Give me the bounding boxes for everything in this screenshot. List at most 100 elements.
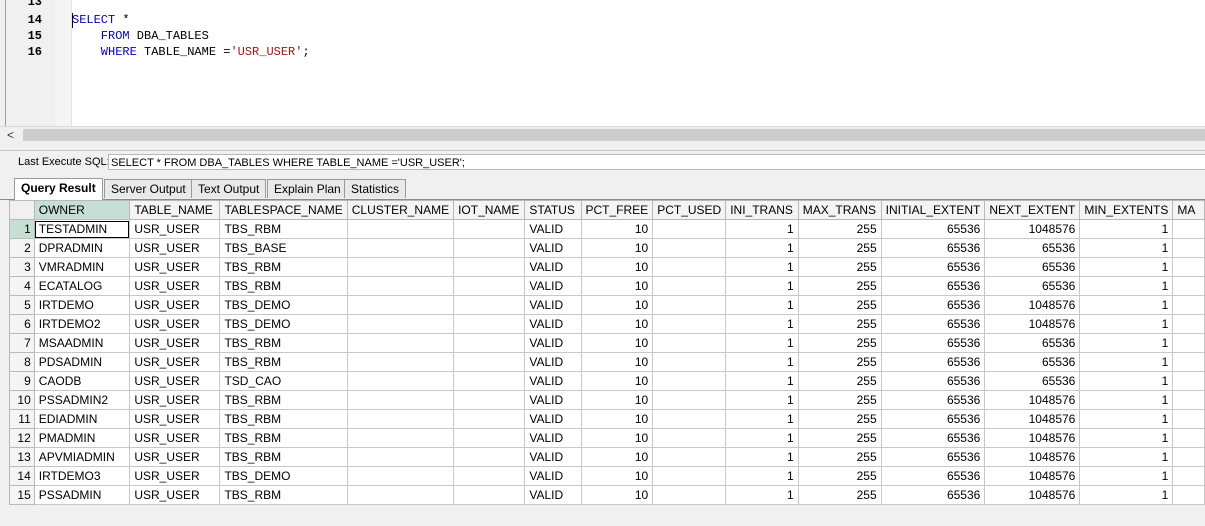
grid-cell[interactable]: 1 [725, 409, 799, 429]
tab-explain-plan[interactable]: Explain Plan [267, 179, 348, 198]
grid-cell[interactable] [652, 447, 727, 467]
table-row[interactable]: 4 ECATALOG USR_USER TBS_RBM VALID 10 1 255 65536… [9, 276, 1205, 296]
grid-cell[interactable]: VALID [524, 428, 582, 448]
grid-cell[interactable]: USR_USER [129, 295, 221, 315]
grid-cell[interactable]: MSAADMIN [33, 333, 131, 353]
grid-cell[interactable]: 1048576 [984, 485, 1081, 505]
grid-cell[interactable]: 10 [580, 257, 654, 277]
grid-cell[interactable]: DPRADMIN [33, 238, 131, 258]
grid-cell[interactable]: VALID [524, 238, 582, 258]
grid-cell[interactable]: 1 [1079, 257, 1174, 277]
table-row[interactable]: 11 EDIADMIN USR_USER TBS_RBM VALID 10 1 255 6553… [9, 409, 1205, 429]
grid-cell[interactable]: 1 [725, 238, 799, 258]
grid-cell[interactable] [346, 371, 455, 391]
grid-cell[interactable]: 10 [580, 466, 654, 486]
table-row[interactable]: 12 PMADMIN USR_USER TBS_RBM VALID 10 1 255 65536… [9, 428, 1205, 448]
grid-cell[interactable] [652, 428, 727, 448]
grid-cell[interactable] [453, 428, 526, 448]
column-header[interactable]: MAX_TRANS [797, 200, 882, 220]
grid-cell[interactable]: 65536 [880, 390, 986, 410]
grid-cell[interactable]: 255 [797, 428, 882, 448]
grid-cell[interactable]: 1048576 [984, 428, 1081, 448]
grid-cell[interactable]: 10 [580, 295, 654, 315]
grid-cell[interactable]: 255 [797, 333, 882, 353]
grid-cell[interactable]: 1 [725, 371, 799, 391]
grid-cell[interactable]: TBS_RBM [219, 447, 348, 467]
row-number[interactable]: 10 [9, 390, 35, 410]
grid-cell[interactable]: 1 [725, 485, 799, 505]
grid-cell[interactable]: TBS_RBM [219, 409, 348, 429]
grid-cell[interactable] [652, 333, 727, 353]
result-grid[interactable]: OWNER TABLE_NAME TABLESPACE_NAME CLUSTER_NA… [9, 200, 1205, 505]
column-header[interactable]: CLUSTER_NAME [346, 200, 455, 220]
row-number[interactable]: 12 [9, 428, 35, 448]
column-header[interactable]: NEXT_EXTENT [984, 200, 1081, 220]
grid-cell[interactable]: USR_USER [129, 371, 221, 391]
grid-cell[interactable]: 10 [580, 314, 654, 334]
grid-cell[interactable]: 255 [797, 257, 882, 277]
grid-cell[interactable]: 1 [725, 390, 799, 410]
grid-cell[interactable]: 10 [580, 276, 654, 296]
grid-cell[interactable]: 10 [580, 485, 654, 505]
grid-cell[interactable]: USR_USER [129, 257, 221, 277]
column-header[interactable]: MA [1172, 200, 1205, 220]
grid-cell[interactable]: 10 [580, 238, 654, 258]
grid-cell[interactable]: 1 [725, 466, 799, 486]
grid-cell[interactable]: USR_USER [129, 409, 221, 429]
grid-cell[interactable]: IRTDEMO3 [33, 466, 131, 486]
grid-cell[interactable]: 1 [725, 333, 799, 353]
grid-cell[interactable]: 65536 [984, 352, 1081, 372]
grid-cell[interactable]: VALID [524, 257, 582, 277]
column-header[interactable]: OWNER [33, 200, 131, 220]
grid-cell[interactable]: TBS_RBM [219, 485, 348, 505]
grid-cell[interactable]: 255 [797, 371, 882, 391]
grid-cell[interactable]: 1 [725, 219, 799, 239]
grid-cell[interactable]: 65536 [880, 466, 986, 486]
column-header[interactable]: TABLESPACE_NAME [219, 200, 348, 220]
grid-cell[interactable] [453, 371, 526, 391]
grid-cell[interactable]: 65536 [880, 485, 986, 505]
row-number[interactable]: 9 [9, 371, 35, 391]
grid-cell[interactable]: 1 [725, 447, 799, 467]
grid-cell[interactable]: 1048576 [984, 295, 1081, 315]
grid-cell[interactable] [453, 314, 526, 334]
grid-cell[interactable]: TBS_RBM [219, 276, 348, 296]
grid-cell[interactable]: TBS_DEMO [219, 314, 348, 334]
grid-cell[interactable]: TBS_RBM [219, 257, 348, 277]
grid-cell[interactable] [346, 447, 455, 467]
grid-cell[interactable]: 10 [580, 219, 654, 239]
row-number[interactable]: 7 [9, 333, 35, 353]
grid-cell[interactable]: 255 [797, 219, 882, 239]
grid-cell[interactable]: PDSADMIN [33, 352, 131, 372]
grid-cell[interactable]: USR_USER [129, 238, 221, 258]
grid-cell[interactable] [652, 485, 727, 505]
grid-cell[interactable]: 65536 [880, 295, 986, 315]
row-number[interactable]: 5 [9, 295, 35, 315]
grid-cell[interactable] [453, 447, 526, 467]
grid-cell[interactable]: 65536 [984, 238, 1081, 258]
grid-cell[interactable] [346, 276, 455, 296]
grid-cell[interactable]: 255 [797, 485, 882, 505]
grid-cell[interactable]: TSD_CAO [219, 371, 348, 391]
grid-cell[interactable]: USR_USER [129, 219, 221, 239]
grid-cell[interactable] [1172, 295, 1205, 315]
table-row[interactable]: 8 PDSADMIN USR_USER TBS_RBM VALID 10 1 255 65536… [9, 352, 1205, 372]
grid-cell[interactable]: 255 [797, 352, 882, 372]
grid-cell[interactable] [652, 409, 727, 429]
tab-statistics[interactable]: Statistics [344, 179, 407, 198]
column-header[interactable]: TABLE_NAME [129, 200, 221, 220]
column-header[interactable]: INI_TRANS [725, 200, 799, 220]
grid-cell[interactable] [453, 409, 526, 429]
grid-cell[interactable]: 65536 [880, 257, 986, 277]
grid-cell[interactable] [453, 276, 526, 296]
grid-cell[interactable] [346, 219, 455, 239]
table-row[interactable]: 6 IRTDEMO2 USR_USER TBS_DEMO VALID 10 1 255 6553… [9, 314, 1205, 334]
grid-cell[interactable]: 1 [1079, 333, 1174, 353]
grid-cell[interactable]: USR_USER [129, 485, 221, 505]
grid-cell[interactable] [453, 219, 526, 239]
grid-cell[interactable] [346, 390, 455, 410]
grid-cell[interactable] [1172, 276, 1205, 296]
grid-cell[interactable]: 1 [1079, 238, 1174, 258]
grid-cell[interactable]: VMRADMIN [33, 257, 131, 277]
row-number[interactable]: 2 [9, 238, 35, 258]
